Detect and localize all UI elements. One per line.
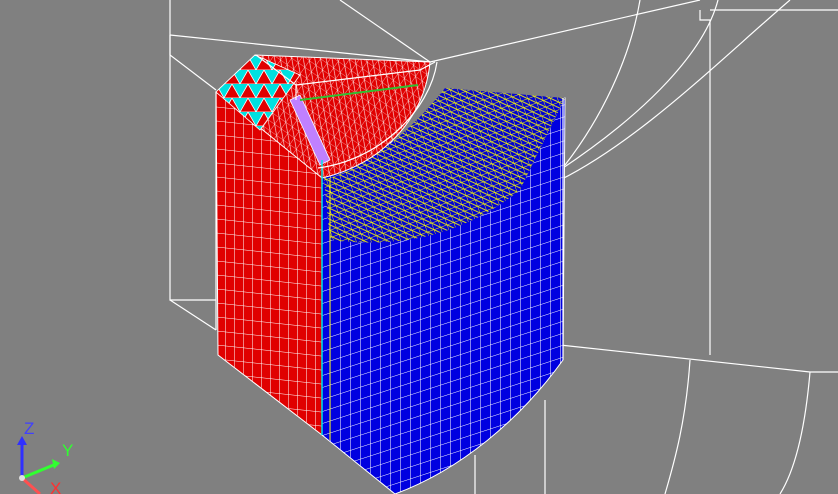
3d-viewport[interactable]: Z Y X	[0, 0, 838, 494]
y-axis-arrow	[52, 459, 60, 469]
y-axis-line	[21, 462, 57, 480]
triad-origin	[19, 475, 25, 481]
y-axis-label: Y	[62, 441, 73, 460]
x-axis-label: X	[50, 479, 61, 494]
axis-triad: Z Y X	[17, 419, 73, 494]
z-axis-label: Z	[24, 419, 34, 438]
x-axis-line	[21, 476, 41, 494]
scene-canvas: Z Y X	[17, 0, 838, 494]
